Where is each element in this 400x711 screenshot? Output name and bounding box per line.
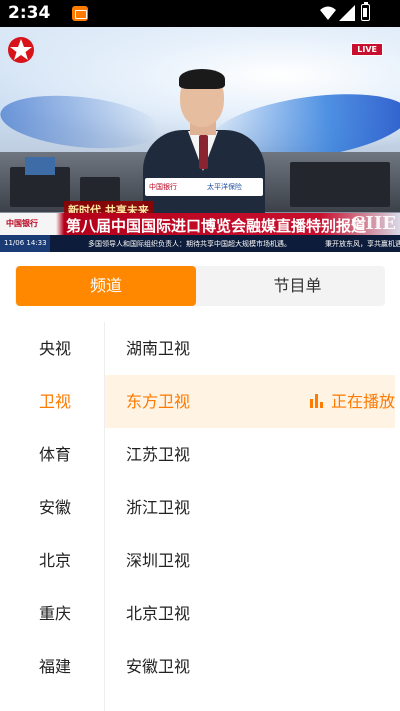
category-item[interactable]: 体育 xyxy=(0,428,105,481)
ticker-text: 多国领导人和国际组织负责人：期待共享中国超大规模市场机遇。 xyxy=(88,240,291,248)
category-item[interactable]: 北京 xyxy=(0,534,105,587)
tab-channels[interactable]: 频道 xyxy=(16,266,196,306)
broadcast-headline: 第八届中国国际进口博览会融媒直播特别报道 xyxy=(66,217,367,235)
view-tabs: 频道 节目单 xyxy=(15,266,385,306)
newsroom-monitor xyxy=(25,157,55,175)
equalizer-icon xyxy=(309,394,324,408)
headline-bank-logo: 中国银行 xyxy=(6,219,38,228)
category-item[interactable]: 福建 xyxy=(0,640,105,693)
channel-name: 江苏卫视 xyxy=(126,445,191,464)
live-badge: LIVE xyxy=(351,43,383,56)
now-playing-label: 正在播放 xyxy=(330,392,395,411)
ticker-clock: 11/06 14:33 xyxy=(0,235,50,252)
channel-name: 浙江卫视 xyxy=(126,498,191,517)
anchor-hair xyxy=(179,69,225,89)
status-time: 2:34 xyxy=(8,3,51,23)
dragon-tv-logo-icon xyxy=(8,37,34,63)
channel-name: 安徽卫视 xyxy=(126,657,191,676)
channel-name: 深圳卫视 xyxy=(126,551,191,570)
video-player[interactable]: LIVE 中国银行 太平洋保险 新时代 共享未来 中国银行 第八届中国国际进口博… xyxy=(0,27,400,252)
status-bar: 2:34 xyxy=(0,0,400,27)
ticker-text-secondary: 秉开放东风，享共赢机遇 xyxy=(325,240,400,248)
channel-name: 湖南卫视 xyxy=(126,339,191,358)
channel-list: 湖南卫视 东方卫视 正在播放 江苏卫视 浙江卫视 深圳卫视 北京卫视 安徽卫视 xyxy=(105,322,400,711)
anchor-tie xyxy=(199,135,208,169)
news-ticker: 11/06 14:33 多国领导人和国际组织负责人：期待共享中国超大规模市场机遇… xyxy=(0,235,400,252)
channel-item[interactable]: 浙江卫视 xyxy=(105,481,395,534)
newsroom-desk xyxy=(290,162,390,207)
category-item[interactable]: 安徽 xyxy=(0,481,105,534)
category-item-active[interactable]: 卫视 xyxy=(0,375,105,428)
sponsor-left: 中国银行 xyxy=(149,183,177,191)
sponsor-right: 太平洋保险 xyxy=(207,183,242,191)
channel-name: 东方卫视 xyxy=(126,392,191,411)
tab-schedule[interactable]: 节目单 xyxy=(210,266,385,306)
cell-signal-icon xyxy=(339,5,355,21)
now-playing-indicator: 正在播放 xyxy=(309,375,395,428)
channel-item[interactable]: 安徽卫视 xyxy=(105,640,395,693)
channel-item-active[interactable]: 东方卫视 正在播放 xyxy=(105,375,395,428)
ciie-logo: CIIE xyxy=(351,213,396,234)
category-item[interactable]: 重庆 xyxy=(0,587,105,640)
tv-app-notification-icon xyxy=(72,6,88,21)
wifi-icon xyxy=(320,6,336,20)
battery-icon xyxy=(361,2,370,21)
channel-item[interactable]: 深圳卫视 xyxy=(105,534,395,587)
channel-item[interactable]: 江苏卫视 xyxy=(105,428,395,481)
channel-item[interactable]: 湖南卫视 xyxy=(105,322,395,375)
category-item[interactable]: 央视 xyxy=(0,322,105,375)
channel-item[interactable]: 北京卫视 xyxy=(105,587,395,640)
sponsor-banner: 中国银行 太平洋保险 xyxy=(145,178,263,196)
category-list: 央视 卫视 体育 安徽 北京 重庆 福建 xyxy=(0,322,105,711)
channel-name: 北京卫视 xyxy=(126,604,191,623)
